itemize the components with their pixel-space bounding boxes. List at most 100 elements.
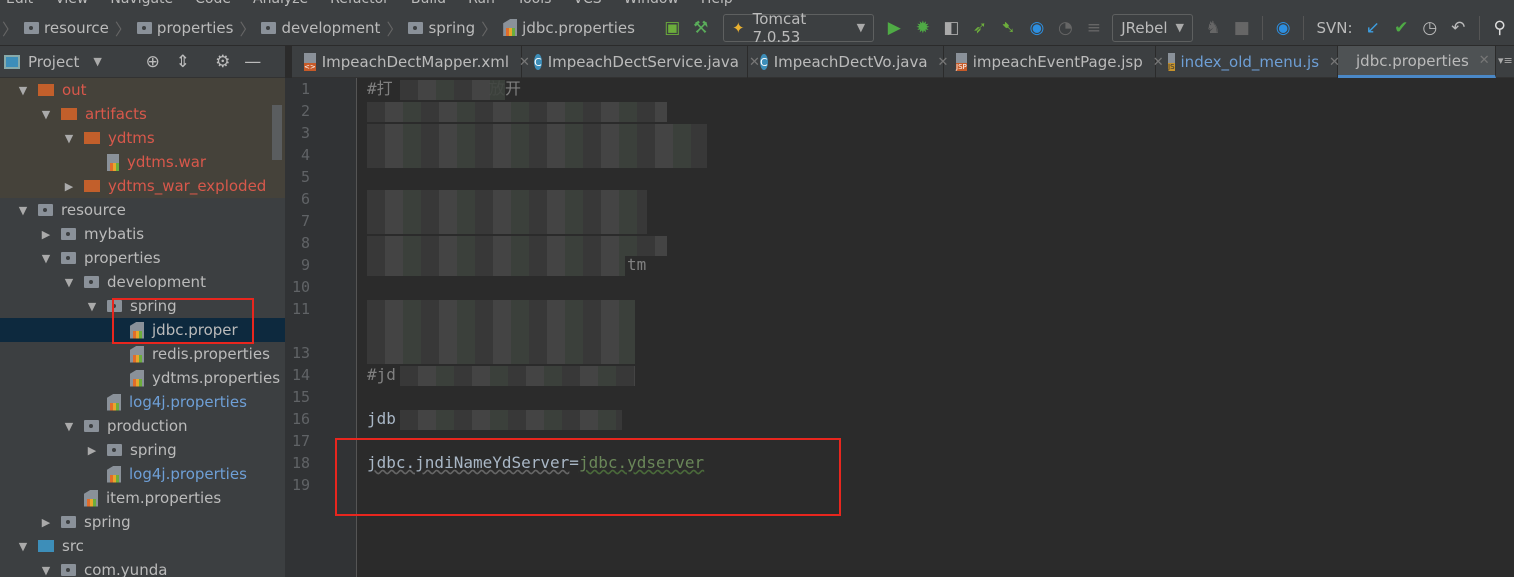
- run-icon[interactable]: ▶: [880, 13, 909, 43]
- tab-index-old-menu[interactable]: JS index_old_menu.js ✕: [1156, 46, 1340, 78]
- tab-impeach-dect-service[interactable]: C ImpeachDectService.java ✕: [522, 46, 760, 78]
- tree-item[interactable]: ▶ spring: [0, 438, 285, 462]
- expanded-arrow-icon[interactable]: ▼: [62, 132, 76, 145]
- tree-item[interactable]: log4j.properties: [0, 462, 285, 486]
- line-number: 2: [300, 102, 310, 120]
- menu-tools[interactable]: Tools: [517, 0, 552, 10]
- menu-edit[interactable]: Edit: [6, 0, 33, 10]
- expanded-arrow-icon[interactable]: ▼: [85, 300, 99, 313]
- svn-commit-icon[interactable]: ✔: [1387, 13, 1416, 43]
- coverage-icon[interactable]: ◧: [937, 13, 966, 43]
- build-hammer-icon[interactable]: ⚒: [686, 13, 715, 43]
- close-icon[interactable]: ✕: [1479, 53, 1490, 68]
- breadcrumb-development[interactable]: development: [257, 19, 384, 37]
- revert-icon[interactable]: ↶: [1444, 13, 1473, 43]
- tree-item-label: mybatis: [84, 225, 145, 243]
- run-config-select[interactable]: ✦ Tomcat 7.0.53 ▼: [723, 10, 875, 46]
- expanded-arrow-icon[interactable]: ▼: [62, 420, 76, 433]
- tree-item[interactable]: ▼ artifacts: [0, 102, 285, 126]
- tree-item[interactable]: ▶ spring: [0, 510, 285, 534]
- menu-analyze[interactable]: Analyze: [253, 0, 308, 10]
- breadcrumb-resource[interactable]: resource: [20, 19, 113, 37]
- tab-impeach-dect-mapper[interactable]: <> ImpeachDectMapper.xml ✕: [292, 46, 530, 78]
- tree-item[interactable]: log4j.properties: [0, 390, 285, 414]
- chevron-down-icon[interactable]: ▼: [93, 55, 101, 68]
- attach-icon[interactable]: ≡: [1080, 13, 1109, 43]
- tree-item[interactable]: ▼ src: [0, 534, 285, 558]
- line-number: 10: [291, 278, 310, 296]
- tree-item[interactable]: ydtms.properties: [0, 366, 285, 390]
- menu-help[interactable]: Help: [701, 0, 733, 10]
- expanded-arrow-icon[interactable]: ▼: [16, 540, 30, 553]
- tab-list-icon[interactable]: ▾≡: [1496, 46, 1514, 77]
- line-number: 15: [291, 388, 310, 406]
- tab-impeach-dect-vo[interactable]: C ImpeachDectVo.java ✕: [748, 46, 948, 78]
- tree-item[interactable]: ▼ com.yunda: [0, 558, 285, 577]
- breadcrumb-label: spring: [428, 18, 476, 37]
- menu-view[interactable]: View: [55, 0, 88, 10]
- search-icon[interactable]: ⚲: [1486, 13, 1514, 43]
- excluded-folder-icon: [84, 132, 100, 144]
- tree-item[interactable]: ▶ ydtms_war_exploded: [0, 174, 285, 198]
- tree-item[interactable]: ▶ mybatis: [0, 222, 285, 246]
- hide-icon[interactable]: —: [238, 47, 268, 77]
- debug-icon[interactable]: ✹: [909, 13, 938, 43]
- project-panel-header: Project ▼ ⊕ ⇕ ⚙ —: [0, 46, 285, 78]
- stop-icon[interactable]: ■: [1228, 13, 1257, 43]
- tree-item[interactable]: redis.properties: [0, 342, 285, 366]
- highlight-box-code: [335, 438, 841, 516]
- breadcrumb-spring[interactable]: spring: [404, 19, 479, 37]
- redacted-region: [400, 80, 505, 100]
- tree-item[interactable]: ▼ ydtms: [0, 126, 285, 150]
- tree-item[interactable]: ▼ resource: [0, 198, 285, 222]
- collapse-all-icon[interactable]: ⇕: [168, 47, 198, 77]
- tab-label: ImpeachDectVo.java: [773, 53, 928, 71]
- tree-item[interactable]: ▼ properties: [0, 246, 285, 270]
- expanded-arrow-icon[interactable]: ▼: [62, 276, 76, 289]
- expanded-arrow-icon[interactable]: ▼: [16, 84, 30, 97]
- jrebel-debug-icon[interactable]: ➷: [994, 13, 1023, 43]
- expanded-arrow-icon[interactable]: ▼: [16, 204, 30, 217]
- breadcrumb-jdbc-properties[interactable]: jdbc.properties: [499, 19, 639, 37]
- menu-navigate[interactable]: Navigate: [110, 0, 173, 10]
- terminal-icon[interactable]: ▣: [658, 13, 687, 43]
- menu-window[interactable]: Window: [624, 0, 679, 10]
- tab-jdbc-properties[interactable]: jdbc.properties ✕: [1338, 46, 1496, 78]
- menu-vcs[interactable]: VCS: [573, 0, 601, 10]
- menu-refactor[interactable]: Refactor: [330, 0, 389, 10]
- locate-icon[interactable]: ⊕: [138, 47, 168, 77]
- menu-run[interactable]: Run: [468, 0, 495, 10]
- jsp-file-icon: JSP: [956, 53, 967, 71]
- breadcrumb-properties[interactable]: properties: [133, 19, 238, 37]
- menu-build[interactable]: Build: [411, 0, 446, 10]
- tree-item[interactable]: ▼ out: [0, 78, 285, 102]
- tree-item[interactable]: ▼ development: [0, 270, 285, 294]
- gauge-icon[interactable]: ◉: [1023, 13, 1052, 43]
- expanded-arrow-icon[interactable]: ▼: [39, 108, 53, 121]
- line-number: 16: [291, 410, 310, 428]
- jrebel-icon[interactable]: ♞: [1199, 13, 1228, 43]
- collapsed-arrow-icon[interactable]: ▶: [85, 444, 99, 457]
- collapsed-arrow-icon[interactable]: ▶: [39, 228, 53, 241]
- expanded-arrow-icon[interactable]: ▼: [39, 252, 53, 265]
- jrebel-select[interactable]: JRebel ▼: [1112, 13, 1193, 42]
- project-panel-title[interactable]: Project: [28, 53, 79, 71]
- tree-item[interactable]: item.properties: [0, 486, 285, 510]
- jrebel-run-icon[interactable]: ➶: [966, 13, 995, 43]
- tree-item[interactable]: ▼ production: [0, 414, 285, 438]
- collapsed-arrow-icon[interactable]: ▶: [39, 516, 53, 529]
- tree-item-label: ydtms: [108, 129, 155, 147]
- divider: [1478, 15, 1480, 40]
- expanded-arrow-icon[interactable]: ▼: [39, 564, 53, 577]
- tab-impeach-event-page[interactable]: JSP impeachEventPage.jsp ✕: [944, 46, 1164, 78]
- tree-item[interactable]: ydtms.war: [0, 150, 285, 174]
- gauge-icon[interactable]: ◉: [1269, 13, 1298, 43]
- folder-icon: [61, 564, 76, 576]
- menu-code[interactable]: Code: [195, 0, 231, 10]
- profiler-icon[interactable]: ◔: [1051, 13, 1080, 43]
- history-icon[interactable]: ◷: [1416, 13, 1445, 43]
- collapsed-arrow-icon[interactable]: ▶: [62, 180, 76, 193]
- svn-update-icon[interactable]: ↙: [1359, 13, 1388, 43]
- redacted-region: [367, 124, 707, 168]
- gear-icon[interactable]: ⚙: [208, 47, 238, 77]
